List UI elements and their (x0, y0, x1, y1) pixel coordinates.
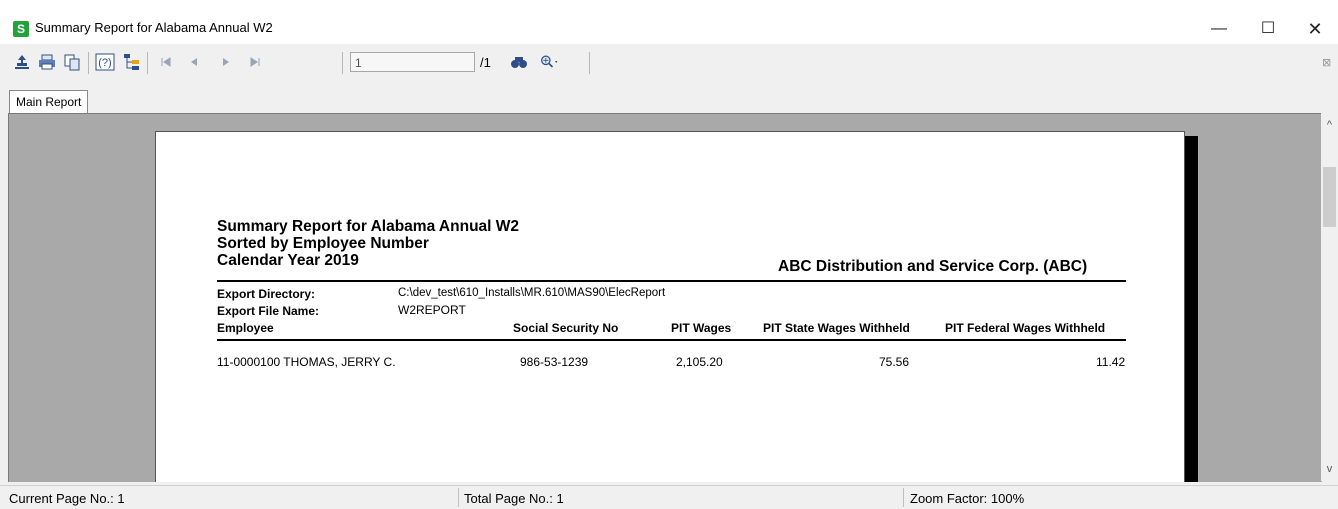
zoom-icon[interactable] (540, 52, 560, 72)
app-icon: S (13, 21, 29, 37)
page-number-input[interactable]: 1 (350, 52, 475, 72)
row-ssn: 986-53-1239 (520, 355, 589, 369)
row-state-withheld: 75.56 (879, 355, 910, 369)
first-page-icon[interactable] (156, 52, 176, 72)
col-employee: Employee (217, 321, 274, 335)
export-file-label: Export File Name: (217, 304, 320, 318)
help-icon[interactable]: (?) (95, 52, 115, 72)
export-dir-label: Export Directory: (217, 287, 316, 301)
company-name: ABC Distribution and Service Corp. (ABC) (778, 258, 1088, 275)
report-subtitle: Sorted by Employee Number (217, 235, 429, 252)
row-employee: 11-0000100 THOMAS, JERRY C. (217, 355, 396, 369)
maximize-button[interactable]: ☐ (1245, 14, 1291, 44)
row-pit-wages: 2,105.20 (676, 355, 723, 369)
scroll-up-icon[interactable]: ^ (1321, 119, 1338, 131)
print-icon[interactable] (37, 52, 57, 72)
scroll-thumb[interactable] (1323, 167, 1336, 227)
col-ssn: Social Security No (513, 321, 619, 335)
export-file-value: W2REPORT (398, 303, 466, 317)
close-button[interactable]: ✕ (1292, 14, 1338, 44)
title-bar: S Summary Report for Alabama Annual W2 —… (0, 0, 1338, 44)
export-icon[interactable] (12, 52, 32, 72)
report-viewer: Summary Report for Alabama Annual W2 Sor… (8, 113, 1322, 482)
export-dir-value: C:\dev_test\610_Installs\MR.610\MAS90\El… (398, 287, 666, 299)
report-year: Calendar Year 2019 (217, 252, 359, 269)
col-state-withheld: PIT State Wages Withheld (763, 321, 910, 335)
status-bar: Current Page No.: 1 Total Page No.: 1 Zo… (0, 485, 1338, 509)
current-page-status: Current Page No.: 1 (9, 491, 125, 506)
close-view-icon[interactable]: ⊠ (1322, 56, 1331, 69)
prev-page-icon[interactable] (184, 52, 204, 72)
report-title: Summary Report for Alabama Annual W2 (217, 218, 520, 235)
page-total: /1 (480, 55, 491, 70)
find-icon[interactable] (509, 52, 529, 72)
col-federal-withheld: PIT Federal Wages Withheld (945, 321, 1106, 335)
columns-rule (217, 339, 1126, 341)
window-title: Summary Report for Alabama Annual W2 (35, 20, 273, 35)
scroll-down-icon[interactable]: v (1321, 463, 1338, 475)
svg-text:(?): (?) (98, 57, 111, 69)
header-rule (217, 280, 1126, 282)
next-page-icon[interactable] (216, 52, 236, 72)
tab-main-report[interactable]: Main Report (9, 90, 89, 113)
last-page-icon[interactable] (245, 52, 265, 72)
row-federal-withheld: 11.42 (1096, 355, 1126, 369)
vertical-scrollbar[interactable]: ^ v (1321, 113, 1338, 481)
report-page: Summary Report for Alabama Annual W2 Sor… (155, 131, 1185, 482)
copy-icon[interactable] (62, 52, 82, 72)
total-page-status: Total Page No.: 1 (464, 491, 564, 506)
zoom-status: Zoom Factor: 100% (910, 491, 1025, 506)
group-tree-icon[interactable] (122, 52, 142, 72)
minimize-button[interactable]: — (1196, 14, 1242, 44)
col-pit-wages: PIT Wages (671, 321, 732, 335)
toolbar: (?) 1 /1 ⊠ (0, 44, 1338, 86)
